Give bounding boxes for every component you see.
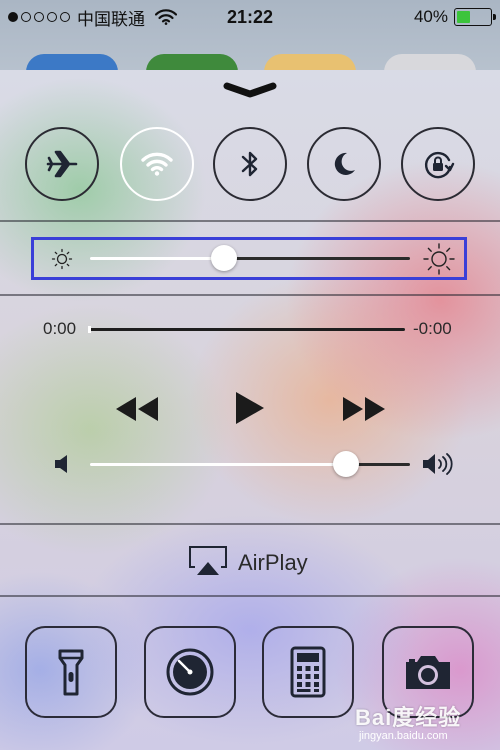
fast-forward-icon[interactable] [341, 397, 387, 421]
remaining-time: -0:00 [413, 319, 452, 338]
camera-icon [406, 656, 450, 689]
quick-toggles-row [0, 127, 500, 201]
calculator-button[interactable] [262, 626, 354, 718]
status-bar: 中国联通 21:22 40% [0, 0, 500, 34]
timer-button[interactable] [144, 626, 236, 718]
airplane-icon [46, 150, 78, 178]
volume-track-filled [90, 463, 346, 466]
brightness-track-empty [224, 257, 410, 260]
scrubber-track [88, 328, 405, 331]
brightness-low-icon [51, 248, 73, 270]
scrubber-playhead[interactable] [88, 326, 91, 333]
battery-percent: 40% [413, 7, 448, 26]
bluetooth-icon [241, 151, 258, 177]
wifi-icon [141, 152, 173, 176]
signal-strength-indicator [8, 12, 70, 22]
section-divider [0, 523, 500, 525]
play-icon[interactable] [236, 392, 264, 424]
flashlight-button[interactable] [25, 626, 117, 718]
volume-knob[interactable] [333, 451, 359, 477]
battery-level-fill [457, 11, 470, 23]
watermark-url: jingyan.baidu.com [359, 730, 448, 742]
elapsed-time: 0:00 [43, 319, 77, 338]
flashlight-icon [58, 649, 84, 696]
airplay-icon [189, 546, 227, 575]
section-divider [0, 595, 500, 597]
control-center-panel: 0:00 -0:00 AirPlay [0, 70, 500, 750]
rotation-lock-toggle[interactable] [401, 127, 475, 201]
do-not-disturb-toggle[interactable] [307, 127, 381, 201]
calculator-icon [290, 646, 326, 698]
wifi-status-icon [155, 9, 177, 25]
brightness-high-icon [423, 243, 455, 275]
brightness-track-filled [90, 257, 225, 260]
dismiss-chevron-icon[interactable] [222, 80, 278, 100]
baidu-watermark: Bai度经验 jingyan.baidu.com [355, 700, 495, 748]
carrier-name: 中国联通 [77, 9, 145, 29]
wifi-toggle[interactable] [120, 127, 194, 201]
section-divider [0, 294, 500, 296]
timer-icon [166, 648, 214, 696]
airplane-mode-toggle[interactable] [25, 127, 99, 201]
moon-icon [334, 152, 355, 175]
airplay-label: AirPlay [238, 550, 308, 575]
section-divider [0, 220, 500, 222]
bluetooth-toggle[interactable] [213, 127, 287, 201]
volume-low-icon [55, 455, 67, 473]
rotation-lock-icon [425, 151, 455, 179]
rewind-icon[interactable] [114, 397, 160, 421]
airplay-button[interactable]: AirPlay [0, 528, 500, 596]
watermark-logo-text: Bai度经验 [355, 705, 462, 730]
volume-high-icon [423, 453, 453, 475]
battery-icon [454, 8, 496, 26]
